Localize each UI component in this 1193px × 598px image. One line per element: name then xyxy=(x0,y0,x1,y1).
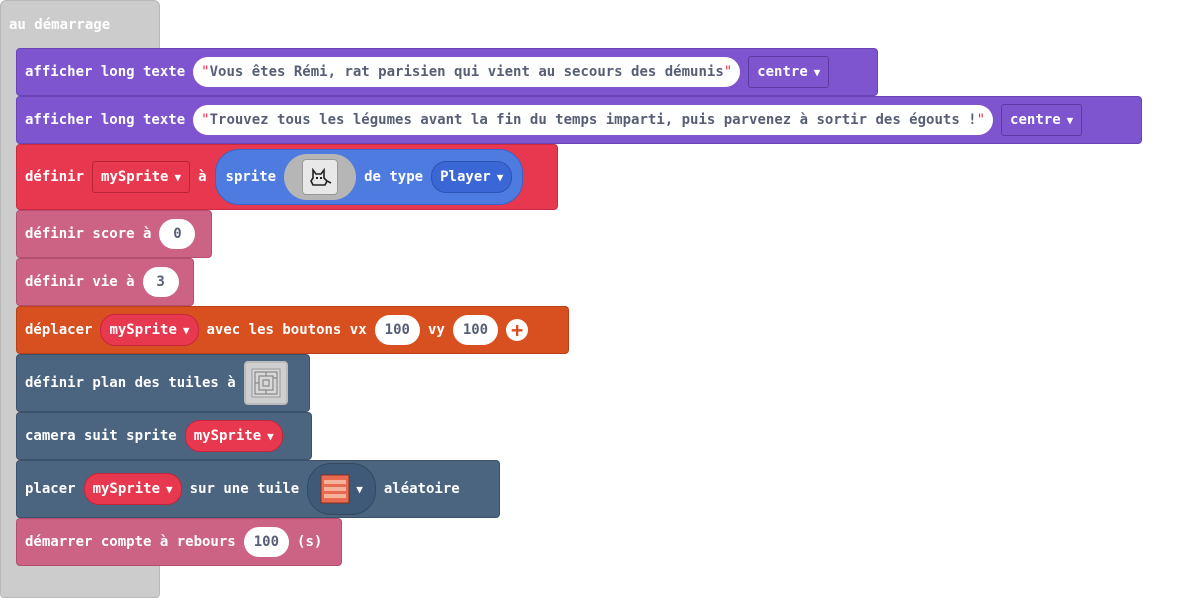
set-life-label: définir vie à xyxy=(25,274,135,290)
variable-dropdown[interactable]: mySprite ▼ xyxy=(184,420,283,452)
text-input-1[interactable]: " Vous êtes Rémi, rat parisien qui vient… xyxy=(193,57,741,87)
variable-dropdown[interactable]: mySprite ▼ xyxy=(92,161,191,193)
chevron-down-icon: ▼ xyxy=(356,482,363,496)
set-life-block[interactable]: définir vie à 3 xyxy=(16,258,194,306)
close-quote: " xyxy=(723,64,733,80)
vy-input[interactable]: 100 xyxy=(452,315,499,345)
chevron-down-icon: ▼ xyxy=(174,170,182,184)
set-tilemap-label: définir plan des tuiles à xyxy=(25,375,236,391)
alignment-value: centre xyxy=(757,64,808,80)
close-quote: " xyxy=(976,112,986,128)
countdown-input[interactable]: 100 xyxy=(243,527,290,557)
on-tile-label: sur une tuile xyxy=(189,481,300,497)
chevron-down-icon: ▼ xyxy=(166,482,173,496)
on-start-label: au démarrage xyxy=(9,17,111,33)
set-tilemap-block[interactable]: définir plan des tuiles à xyxy=(16,354,310,412)
variable-name: mySprite xyxy=(193,428,262,444)
seconds-unit-label: (s) xyxy=(297,534,323,550)
alignment-dropdown-2[interactable]: centre ▼ xyxy=(1001,104,1083,136)
text-value: Trouvez tous les légumes avant la fin du… xyxy=(209,112,977,128)
chevron-down-icon: ▼ xyxy=(267,429,274,443)
vy-label: vy xyxy=(427,322,445,338)
create-sprite-block[interactable]: sprite de type Player ▼ xyxy=(214,149,524,205)
with-buttons-vx-label: avec les boutons vx xyxy=(206,322,367,338)
variable-dropdown[interactable]: mySprite ▼ xyxy=(83,473,182,505)
chevron-down-icon: ▼ xyxy=(813,65,821,79)
open-quote: " xyxy=(201,112,210,128)
variable-name: mySprite xyxy=(101,169,169,185)
score-input[interactable]: 0 xyxy=(159,219,196,249)
show-long-text-label: afficher long texte xyxy=(25,112,186,128)
chevron-down-icon: ▼ xyxy=(182,323,190,337)
random-label: aléatoire xyxy=(383,481,460,497)
chevron-down-icon: ▼ xyxy=(1066,113,1074,127)
alignment-dropdown-1[interactable]: centre ▼ xyxy=(748,56,830,88)
sprite-kind-dropdown[interactable]: Player ▼ xyxy=(431,161,513,193)
place-label: placer xyxy=(25,481,76,497)
open-quote: " xyxy=(201,64,210,80)
tile-picker[interactable]: ▼ xyxy=(307,463,376,515)
tilemap-icon[interactable] xyxy=(243,361,288,405)
sprite-label: sprite xyxy=(225,169,277,185)
show-long-text-block-1[interactable]: afficher long texte " Vous êtes Rémi, ra… xyxy=(16,48,878,96)
sprite-image-picker[interactable] xyxy=(284,154,357,200)
set-sprite-block[interactable]: définir mySprite ▼ à sprite de type Play… xyxy=(16,144,558,210)
show-long-text-block-2[interactable]: afficher long texte " Trouvez tous les l… xyxy=(16,96,1142,144)
text-value: Vous êtes Rémi, rat parisien qui vient a… xyxy=(209,64,724,80)
place-on-random-tile-block[interactable]: placer mySprite ▼ sur une tuile ▼ aléato… xyxy=(16,460,500,518)
to-label: à xyxy=(198,169,207,185)
brick-tile-icon xyxy=(320,474,350,504)
rat-sprite-icon xyxy=(302,159,339,195)
camera-follow-label: camera suit sprite xyxy=(25,428,177,444)
set-label: définir xyxy=(25,169,85,185)
alignment-value: centre xyxy=(1010,112,1061,128)
move-label: déplacer xyxy=(25,322,93,338)
move-with-buttons-block[interactable]: déplacer mySprite ▼ avec les boutons vx … xyxy=(16,306,569,354)
variable-name: mySprite xyxy=(109,322,177,338)
expand-plus-icon[interactable]: + xyxy=(506,319,529,341)
chevron-down-icon: ▼ xyxy=(496,170,504,184)
show-long-text-label: afficher long texte xyxy=(25,64,186,80)
start-countdown-label: démarrer compte à rebours xyxy=(25,534,236,550)
life-input[interactable]: 3 xyxy=(142,267,179,297)
set-score-label: définir score à xyxy=(25,226,152,242)
camera-follow-block[interactable]: camera suit sprite mySprite ▼ xyxy=(16,412,312,460)
text-input-2[interactable]: " Trouvez tous les légumes avant la fin … xyxy=(193,105,994,135)
vx-input[interactable]: 100 xyxy=(374,315,420,345)
start-countdown-block[interactable]: démarrer compte à rebours 100 (s) xyxy=(16,518,342,566)
variable-name: mySprite xyxy=(92,481,161,497)
sprite-kind-value: Player xyxy=(440,169,491,185)
set-score-block[interactable]: définir score à 0 xyxy=(16,210,212,258)
variable-dropdown[interactable]: mySprite ▼ xyxy=(100,314,199,346)
of-kind-label: de type xyxy=(364,169,424,185)
